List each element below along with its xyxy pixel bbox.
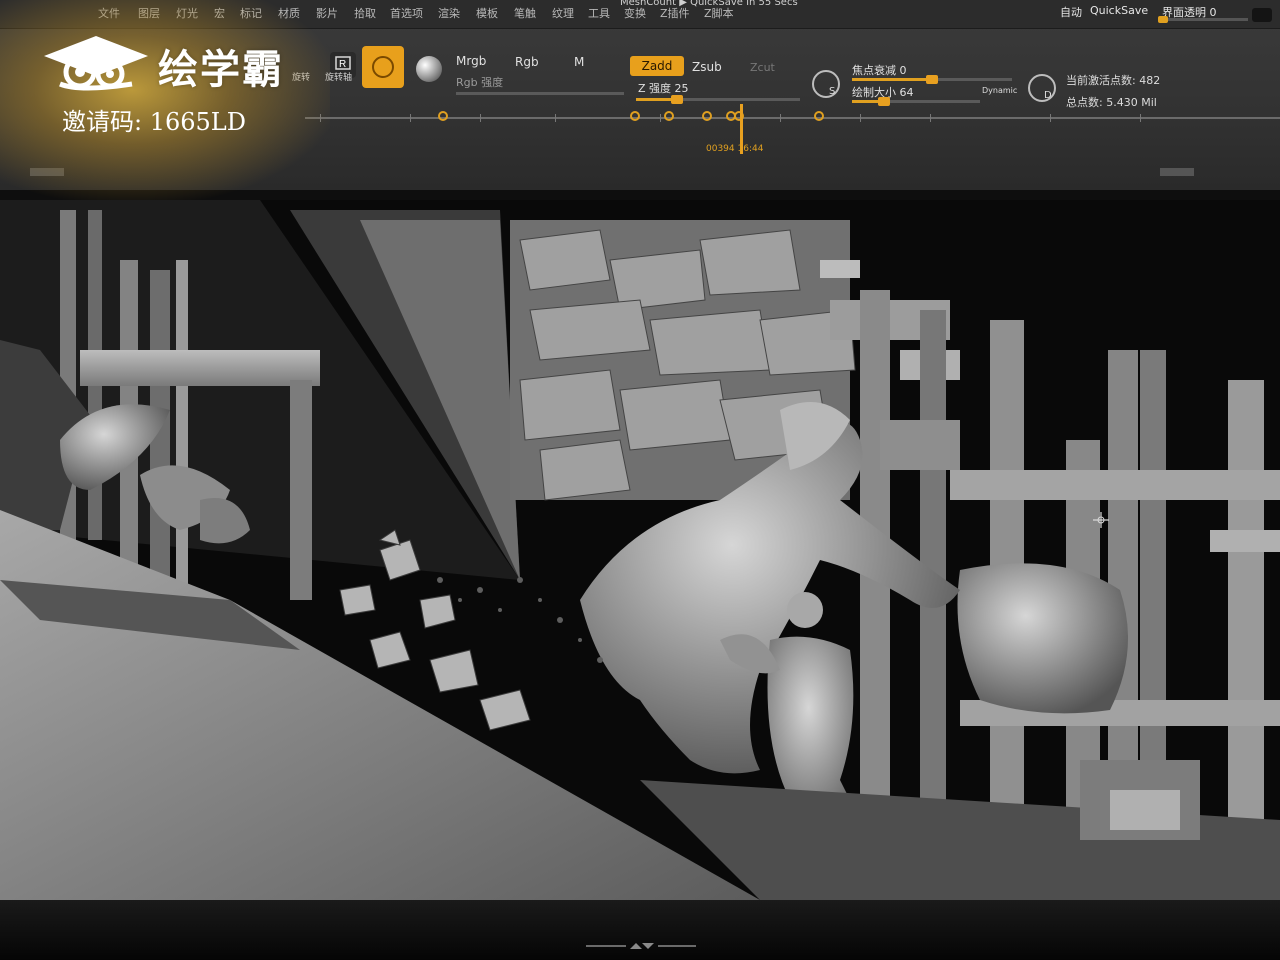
timeline-keyframe[interactable] — [814, 111, 824, 121]
draw-size-value: 64 — [899, 86, 914, 99]
timeline-keyframe[interactable] — [664, 111, 674, 121]
rgb-button[interactable]: Rgb — [515, 55, 539, 69]
sculpt-scene — [0, 200, 1280, 900]
svg-text:R: R — [339, 59, 346, 70]
timeline-tick — [555, 114, 556, 122]
menu-item-stencil[interactable]: 模板 — [476, 5, 498, 21]
timeline-time-readout: 00394 16:44 — [706, 144, 764, 154]
close-icon[interactable] — [1252, 8, 1272, 22]
active-points-stat: 当前激活点数: 482 — [1066, 74, 1161, 87]
brush-s-letter: S — [829, 86, 836, 97]
timeline-tick — [660, 114, 661, 122]
timeline-keyframe[interactable] — [438, 111, 448, 121]
timeline-scroll-right[interactable] — [1160, 168, 1194, 176]
viewport-canvas[interactable] — [0, 200, 1280, 900]
material-sphere-icon[interactable] — [416, 56, 442, 82]
watermark-logo-text: 绘学霸 — [158, 47, 284, 93]
timeline-keyframe[interactable] — [630, 111, 640, 121]
timeline-tick — [480, 114, 481, 122]
cloud-logo-icon — [40, 34, 152, 96]
timeline-tick — [780, 114, 781, 122]
monitor-bezel — [0, 900, 1280, 960]
timeline-tick — [860, 114, 861, 122]
focal-shift-label: 焦点衰减 0 — [852, 64, 907, 77]
m-button[interactable]: M — [574, 55, 584, 69]
focal-shift-value: 0 — [899, 64, 907, 77]
ui-transparency-knob[interactable] — [1158, 16, 1168, 23]
menu-item-preferences[interactable]: 首选项 — [390, 5, 423, 21]
timeline-tick — [410, 114, 411, 122]
top-toolbar-area: 文件 图层 灯光 宏 标记 材质 影片 拾取 首选项 渲染 模板 笔触 纹理 工… — [0, 0, 1280, 200]
z-intensity-slider[interactable] — [636, 95, 800, 104]
draw-size-slider[interactable] — [852, 97, 980, 106]
autosave-label: 自动 — [1060, 6, 1082, 19]
timeline-tick — [930, 114, 931, 122]
timeline-track[interactable] — [305, 117, 1280, 119]
zcut-button[interactable]: Zcut — [750, 61, 775, 74]
quicksave-button[interactable]: QuickSave — [1090, 4, 1148, 17]
brush-d-letter: D — [1044, 90, 1052, 101]
mrgb-button[interactable]: Mrgb — [456, 54, 486, 68]
timeline-tick — [1050, 114, 1051, 122]
z-intensity-value: 25 — [674, 82, 689, 95]
menu-item-texture[interactable]: 纹理 — [552, 5, 574, 21]
menu-item-stroke[interactable]: 笔触 — [514, 5, 536, 21]
brush-s-icon[interactable] — [812, 70, 840, 98]
title-status: MeshCount ▶ QuickSave In 55 Secs — [620, 0, 798, 8]
ui-transparency-slider[interactable] — [1158, 16, 1248, 23]
timeline-keyframe[interactable] — [702, 111, 712, 121]
z-intensity-label: Z 强度 25 — [638, 82, 689, 95]
menu-item-picker[interactable]: 拾取 — [354, 5, 376, 21]
watermark-glow — [0, 0, 330, 200]
monitor-logo-icon — [586, 943, 696, 949]
rgb-intensity-slider[interactable] — [456, 92, 624, 95]
total-points-stat: 总点数: 5.430 Mil — [1066, 96, 1157, 109]
menu-item-render[interactable]: 渲染 — [438, 5, 460, 21]
focal-shift-slider[interactable] — [852, 75, 1012, 84]
crosshair-cursor-icon — [1093, 512, 1109, 528]
watermark-invite-code: 邀请码: 1665LD — [62, 108, 246, 136]
dynamic-toggle[interactable]: Dynamic — [982, 86, 1017, 95]
zadd-button[interactable]: Zadd — [630, 56, 684, 76]
timeline-tick — [1140, 114, 1141, 122]
draw-brush-icon[interactable] — [362, 46, 404, 88]
rgb-intensity-label: Rgb 强度 — [456, 76, 504, 89]
zsub-button[interactable]: Zsub — [692, 60, 722, 74]
menu-item-tool[interactable]: 工具 — [588, 5, 610, 21]
